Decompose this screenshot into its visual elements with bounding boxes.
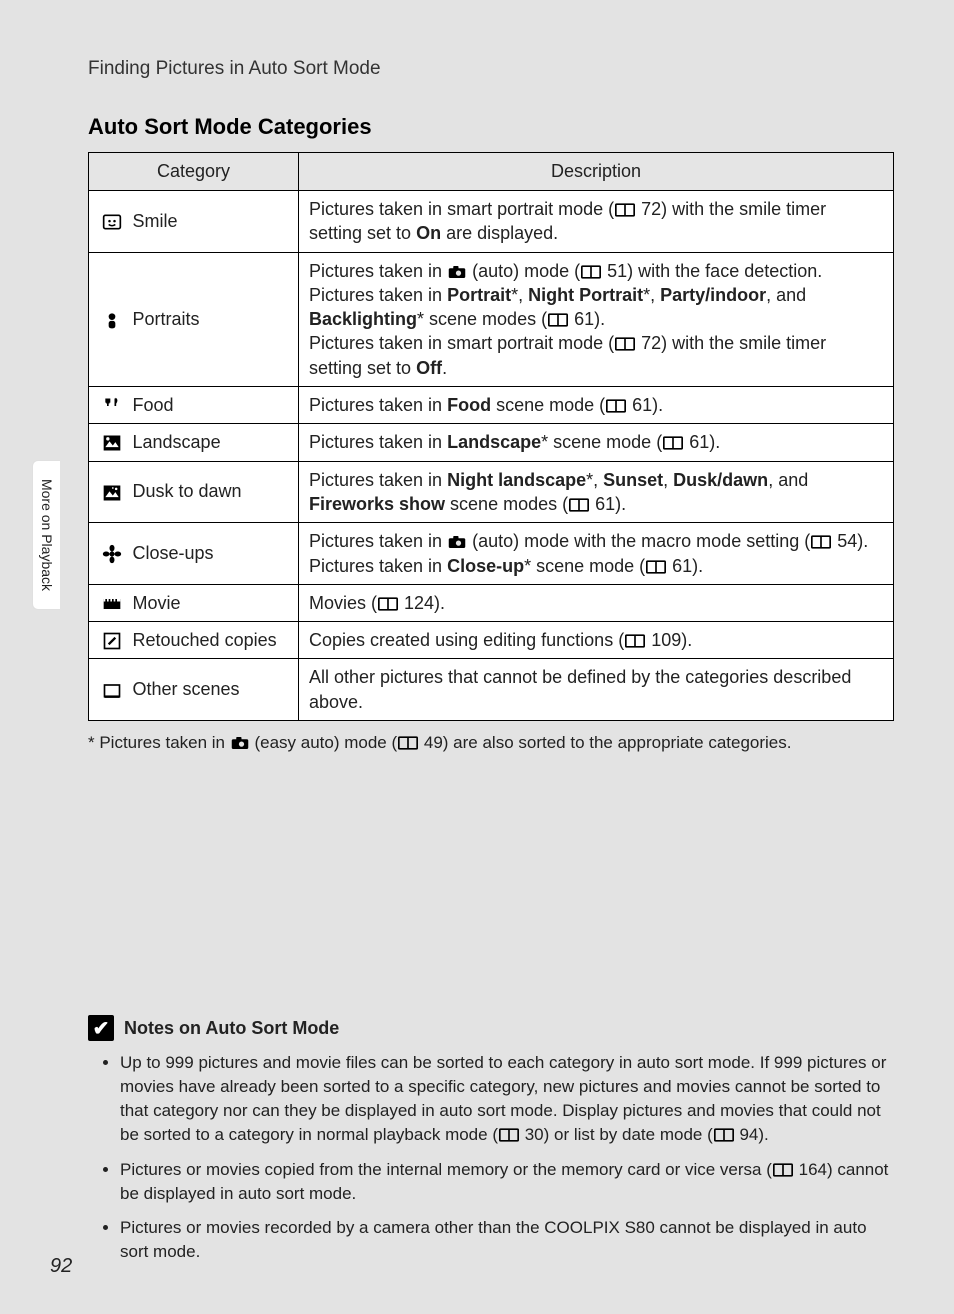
category-description: All other pictures that cannot be define… xyxy=(299,659,894,721)
landscape-icon xyxy=(89,424,129,461)
book-ref-icon xyxy=(811,535,831,549)
footnote: * Pictures taken in (easy auto) mode ( 4… xyxy=(60,721,894,755)
category-name: Retouched copies xyxy=(129,622,299,659)
camera-icon xyxy=(448,535,466,549)
book-ref-icon xyxy=(581,265,601,279)
book-ref-icon xyxy=(378,597,398,611)
category-name: Other scenes xyxy=(129,659,299,721)
book-ref-icon xyxy=(714,1128,734,1142)
header-description: Description xyxy=(299,153,894,191)
category-description: Movies ( 124). xyxy=(299,584,894,621)
page-number: 92 xyxy=(50,1255,72,1278)
book-ref-icon xyxy=(663,436,683,450)
notes-item: Pictures or movies copied from the inter… xyxy=(120,1158,894,1206)
section-title: Auto Sort Mode Categories xyxy=(60,92,894,152)
book-ref-icon xyxy=(615,337,635,351)
category-name: Smile xyxy=(129,191,299,253)
portrait-icon xyxy=(89,252,129,386)
category-name: Close-ups xyxy=(129,523,299,585)
notes-item: Pictures or movies recorded by a camera … xyxy=(120,1216,894,1264)
camera-icon xyxy=(448,265,466,279)
table-row: Dusk to dawnPictures taken in Night land… xyxy=(89,461,894,523)
book-ref-icon xyxy=(398,736,418,750)
camera-icon xyxy=(231,736,249,750)
food-icon xyxy=(89,387,129,424)
category-name: Movie xyxy=(129,584,299,621)
other-icon xyxy=(89,659,129,721)
category-name: Food xyxy=(129,387,299,424)
table-row: LandscapePictures taken in Landscape* sc… xyxy=(89,424,894,461)
dusk-icon xyxy=(89,461,129,523)
smile-icon xyxy=(89,191,129,253)
notes-heading: Notes on Auto Sort Mode xyxy=(124,1018,339,1039)
category-description: Pictures taken in Food scene mode ( 61). xyxy=(299,387,894,424)
notes-item: Up to 999 pictures and movie files can b… xyxy=(120,1051,894,1148)
notes-list: Up to 999 pictures and movie files can b… xyxy=(88,1051,894,1264)
table-row: FoodPictures taken in Food scene mode ( … xyxy=(89,387,894,424)
notes-block: ✔ Notes on Auto Sort Mode Up to 999 pict… xyxy=(88,1015,894,1274)
table-row: MovieMovies ( 124). xyxy=(89,584,894,621)
book-ref-icon xyxy=(615,203,635,217)
category-description: Pictures taken in Night landscape*, Suns… xyxy=(299,461,894,523)
closeup-icon xyxy=(89,523,129,585)
side-tab-label: More on Playback xyxy=(39,479,55,591)
header-category: Category xyxy=(89,153,299,191)
book-ref-icon xyxy=(773,1163,793,1177)
category-description: Pictures taken in smart portrait mode ( … xyxy=(299,191,894,253)
breadcrumb: Finding Pictures in Auto Sort Mode xyxy=(60,40,894,92)
table-row: Other scenesAll other pictures that cann… xyxy=(89,659,894,721)
table-row: Retouched copiesCopies created using edi… xyxy=(89,622,894,659)
category-description: Pictures taken in (auto) mode ( 51) with… xyxy=(299,252,894,386)
category-name: Landscape xyxy=(129,424,299,461)
side-tab: More on Playback xyxy=(32,460,60,610)
table-row: PortraitsPictures taken in (auto) mode (… xyxy=(89,252,894,386)
book-ref-icon xyxy=(646,560,666,574)
book-ref-icon xyxy=(548,313,568,327)
book-ref-icon xyxy=(606,399,626,413)
book-ref-icon xyxy=(569,498,589,512)
table-row: SmilePictures taken in smart portrait mo… xyxy=(89,191,894,253)
category-description: Copies created using editing functions (… xyxy=(299,622,894,659)
category-description: Pictures taken in Landscape* scene mode … xyxy=(299,424,894,461)
movie-icon xyxy=(89,584,129,621)
book-ref-icon xyxy=(499,1128,519,1142)
categories-table: Category Description SmilePictures taken… xyxy=(88,152,894,721)
category-name: Portraits xyxy=(129,252,299,386)
retouch-icon xyxy=(89,622,129,659)
category-description: Pictures taken in (auto) mode with the m… xyxy=(299,523,894,585)
book-ref-icon xyxy=(625,634,645,648)
category-name: Dusk to dawn xyxy=(129,461,299,523)
table-row: Close-upsPictures taken in (auto) mode w… xyxy=(89,523,894,585)
check-icon: ✔ xyxy=(88,1015,114,1041)
